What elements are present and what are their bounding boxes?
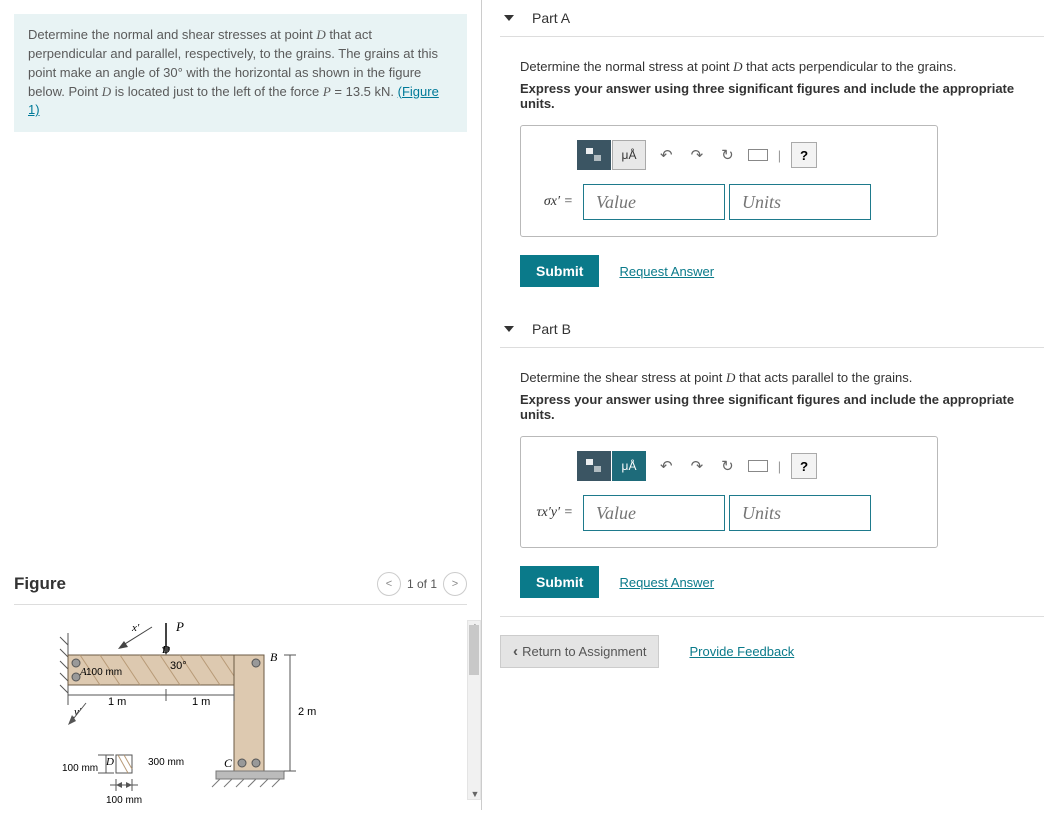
svg-text:100 mm: 100 mm: [62, 763, 98, 774]
part-b-hint: Express your answer using three signific…: [520, 392, 1044, 422]
part-b-instruction: Determine the shear stress at point D th…: [520, 370, 1044, 386]
svg-text:B: B: [270, 650, 278, 664]
figure-scrollbar[interactable]: ▲ ▼: [467, 620, 481, 800]
problem-statement: Determine the normal and shear stresses …: [14, 14, 467, 132]
keyboard-icon[interactable]: [748, 460, 768, 472]
svg-text:300 mm: 300 mm: [148, 757, 184, 768]
units-input[interactable]: [729, 184, 871, 220]
svg-text:100 mm: 100 mm: [86, 667, 122, 678]
undo-icon[interactable]: ↶: [656, 457, 677, 475]
units-button[interactable]: μÅ: [612, 140, 646, 170]
part-b-label: Part B: [532, 321, 571, 337]
figure-counter: 1 of 1: [407, 577, 437, 591]
figure-next-button[interactable]: >: [443, 572, 467, 596]
value-input[interactable]: [583, 495, 725, 531]
separator: |: [778, 148, 781, 163]
reset-icon[interactable]: ↻: [717, 457, 738, 475]
separator: |: [778, 459, 781, 474]
value-input[interactable]: [583, 184, 725, 220]
scroll-down-icon[interactable]: ▼: [470, 789, 480, 799]
svg-text:D: D: [161, 644, 170, 656]
part-a-hint: Express your answer using three signific…: [520, 81, 1044, 111]
svg-text:x′: x′: [131, 622, 140, 634]
part-b-answer-box: μÅ ↶ ↷ ↻ | ? τx′y′ =: [520, 436, 938, 548]
templates-button[interactable]: [577, 451, 611, 481]
part-a-instruction: Determine the normal stress at point D t…: [520, 59, 1044, 75]
part-a-answer-box: μÅ ↶ ↷ ↻ | ? σx′ =: [520, 125, 938, 237]
request-answer-link[interactable]: Request Answer: [619, 575, 714, 590]
return-button[interactable]: Return to Assignment: [500, 635, 659, 668]
provide-feedback-link[interactable]: Provide Feedback: [689, 644, 794, 659]
part-a-label: Part A: [532, 10, 570, 26]
svg-text:30°: 30°: [170, 660, 187, 672]
svg-text:y′: y′: [73, 706, 82, 718]
collapse-caret-icon[interactable]: [504, 326, 514, 332]
svg-text:1 m: 1 m: [108, 696, 126, 708]
submit-button[interactable]: Submit: [520, 255, 599, 287]
svg-text:100 mm: 100 mm: [106, 795, 142, 806]
submit-button[interactable]: Submit: [520, 566, 599, 598]
redo-icon[interactable]: ↷: [687, 146, 708, 164]
request-answer-link[interactable]: Request Answer: [619, 264, 714, 279]
collapse-caret-icon[interactable]: [504, 15, 514, 21]
tau-label: τx′y′ =: [533, 505, 573, 521]
help-button[interactable]: ?: [791, 142, 817, 168]
help-button[interactable]: ?: [791, 453, 817, 479]
figure-diagram: P x′ D 30° A 100 mm B C: [14, 611, 467, 817]
scroll-thumb[interactable]: [469, 625, 479, 675]
undo-icon[interactable]: ↶: [656, 146, 677, 164]
sigma-label: σx′ =: [533, 194, 573, 210]
units-input[interactable]: [729, 495, 871, 531]
svg-text:C: C: [224, 756, 233, 770]
redo-icon[interactable]: ↷: [687, 457, 708, 475]
svg-text:1 m: 1 m: [192, 696, 210, 708]
figure-title: Figure: [14, 574, 66, 594]
templates-button[interactable]: [577, 140, 611, 170]
units-button[interactable]: μÅ: [612, 451, 646, 481]
svg-text:2 m: 2 m: [298, 706, 316, 718]
figure-prev-button[interactable]: <: [377, 572, 401, 596]
svg-text:P: P: [175, 619, 184, 634]
reset-icon[interactable]: ↻: [717, 146, 738, 164]
keyboard-icon[interactable]: [748, 149, 768, 161]
